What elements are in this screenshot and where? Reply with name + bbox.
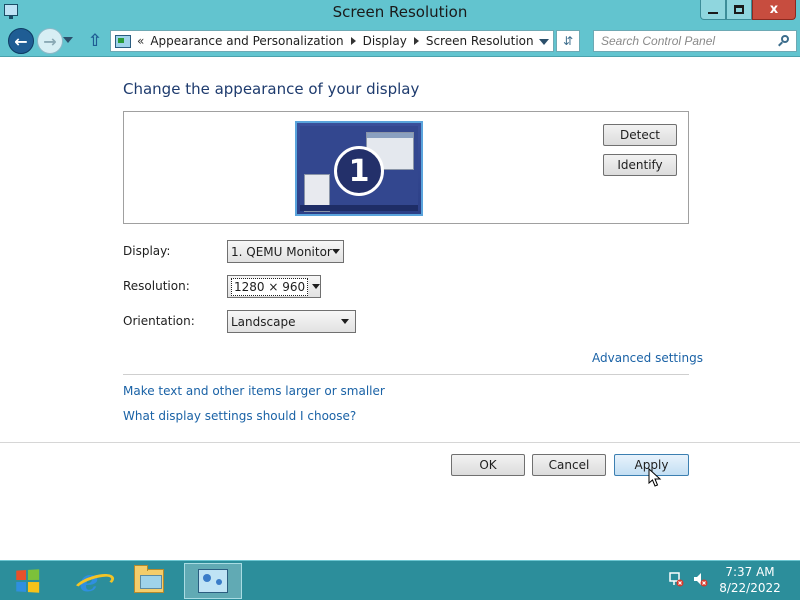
maximize-button[interactable] — [726, 0, 752, 20]
control-panel-icon — [115, 34, 131, 48]
display-value: 1. QEMU Monitor — [231, 244, 332, 259]
window-title: Screen Resolution — [332, 3, 468, 21]
display-label: Display: — [123, 244, 171, 258]
taskbar-control-panel[interactable] — [184, 563, 242, 599]
advanced-settings-link[interactable]: Advanced settings — [592, 351, 703, 365]
monitor-preview-panel: 1 Detect Identify — [123, 111, 689, 224]
chevron-right-icon[interactable] — [413, 37, 419, 45]
close-icon: x — [769, 2, 779, 17]
resolution-dropdown[interactable]: 1280 × 960 — [227, 275, 321, 298]
volume-muted-icon[interactable] — [692, 571, 708, 587]
detect-button[interactable]: Detect — [603, 124, 677, 146]
up-arrow-icon: ⇧ — [87, 31, 103, 51]
back-button[interactable]: ← — [8, 28, 34, 54]
clock-date: 8/22/2022 — [719, 581, 781, 595]
chevron-right-icon[interactable] — [350, 37, 356, 45]
resolution-value: 1280 × 960 — [231, 277, 309, 296]
refresh-button[interactable]: ⇵ — [556, 30, 580, 52]
windows-logo-icon — [16, 569, 40, 593]
folder-icon — [134, 565, 164, 593]
system-clock[interactable]: 7:37 AM 8/22/2022 — [715, 564, 785, 596]
restore-icon — [734, 5, 744, 14]
chevron-down-icon — [331, 249, 340, 254]
divider — [123, 374, 689, 375]
up-button[interactable]: ⇧ — [86, 31, 104, 51]
chevron-down-icon — [63, 37, 73, 43]
orientation-value: Landscape — [231, 314, 296, 329]
address-dropdown-icon[interactable] — [539, 39, 549, 45]
recent-pages-button[interactable] — [63, 35, 73, 45]
forward-button[interactable]: → — [37, 28, 63, 54]
monitor-number-badge: 1 — [334, 146, 384, 196]
display-help-link[interactable]: What display settings should I choose? — [123, 409, 356, 423]
address-bar[interactable]: « Appearance and Personalization Display… — [110, 30, 554, 52]
navigation-bar: ← → ⇧ « Appearance and Personalization D… — [0, 25, 800, 57]
cancel-button[interactable]: Cancel — [532, 454, 606, 476]
close-button[interactable]: x — [752, 0, 796, 20]
minimize-button[interactable] — [700, 0, 726, 20]
control-panel-icon — [198, 569, 228, 593]
breadcrumb-appearance[interactable]: Appearance and Personalization — [150, 34, 343, 48]
refresh-icon: ⇵ — [562, 34, 574, 48]
orientation-label: Orientation: — [123, 314, 195, 328]
network-icon[interactable] — [668, 571, 684, 587]
chevron-down-icon — [312, 284, 321, 289]
display-dropdown[interactable]: 1. QEMU Monitor — [227, 240, 344, 263]
divider — [0, 442, 800, 443]
page-title: Change the appearance of your display — [123, 80, 420, 98]
main-content: Change the appearance of your display 1 … — [0, 58, 800, 560]
ok-button[interactable]: OK — [451, 454, 525, 476]
breadcrumb-display[interactable]: Display — [363, 34, 407, 48]
back-arrow-icon: ← — [14, 31, 28, 51]
clock-time: 7:37 AM — [725, 565, 775, 579]
orientation-dropdown[interactable]: Landscape — [227, 310, 356, 333]
minimize-icon — [708, 11, 718, 14]
start-button[interactable] — [0, 563, 54, 599]
monitor-1-thumbnail[interactable]: 1 — [295, 121, 423, 216]
text-size-link[interactable]: Make text and other items larger or smal… — [123, 384, 385, 398]
internet-explorer-icon: e — [79, 563, 99, 599]
breadcrumb-overflow[interactable]: « — [137, 34, 144, 48]
title-bar: Screen Resolution x — [0, 0, 800, 25]
search-box[interactable] — [593, 30, 797, 52]
search-input[interactable] — [601, 34, 771, 48]
identify-button[interactable]: Identify — [603, 154, 677, 176]
taskbar-internet-explorer[interactable]: e — [62, 563, 116, 599]
search-icon[interactable] — [778, 35, 790, 47]
resolution-label: Resolution: — [123, 279, 190, 293]
chevron-down-icon — [341, 319, 349, 324]
breadcrumb-screen-resolution[interactable]: Screen Resolution — [426, 34, 534, 48]
taskbar-file-explorer[interactable] — [122, 563, 176, 599]
forward-arrow-icon: → — [43, 31, 57, 51]
mouse-pointer-icon — [648, 468, 662, 487]
